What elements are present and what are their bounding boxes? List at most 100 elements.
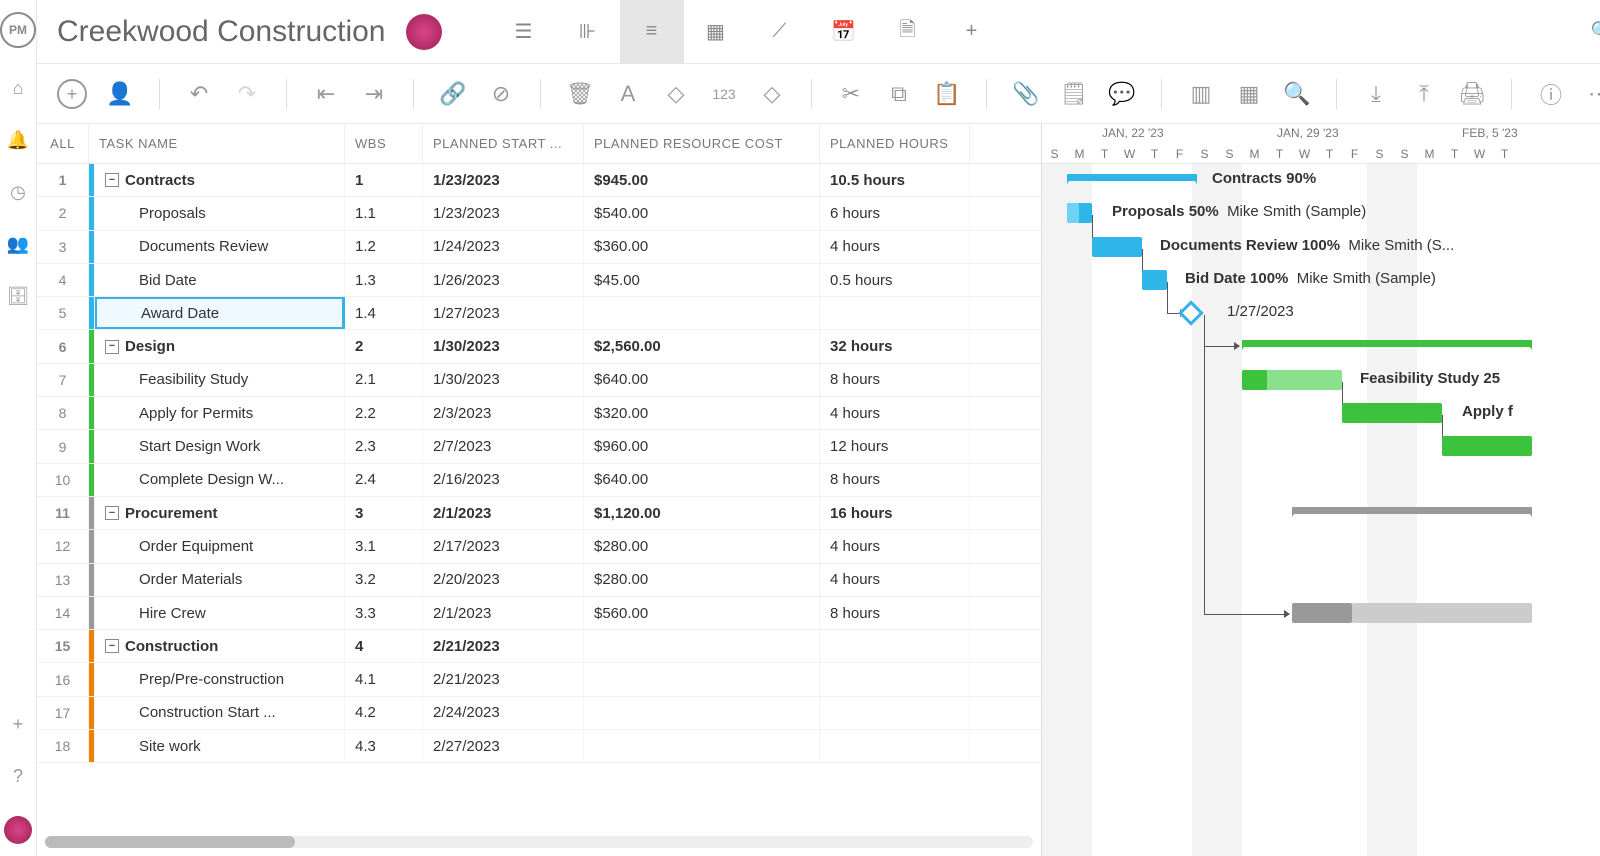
link-button[interactable]: 🔗 [438, 79, 468, 109]
table-row[interactable]: 15 − Construction 4 2/21/2023 [37, 630, 1041, 663]
start-cell[interactable]: 1/27/2023 [423, 297, 584, 329]
hours-cell[interactable]: 4 hours [820, 397, 970, 429]
table-row[interactable]: 8 Apply for Permits 2.2 2/3/2023 $320.00… [37, 397, 1041, 430]
table-row[interactable]: 6 − Design 2 1/30/2023 $2,560.00 32 hour… [37, 330, 1041, 363]
table-row[interactable]: 4 Bid Date 1.3 1/26/2023 $45.00 0.5 hour… [37, 264, 1041, 297]
start-cell[interactable]: 2/24/2023 [423, 697, 584, 729]
hours-cell[interactable]: 4 hours [820, 564, 970, 596]
delete-button[interactable]: 🗑 [565, 79, 595, 109]
home-icon[interactable]: ⌂ [6, 76, 30, 100]
more-button[interactable]: ⋯ [1584, 79, 1600, 109]
start-cell[interactable]: 2/7/2023 [423, 430, 584, 462]
start-cell[interactable]: 1/30/2023 [423, 330, 584, 362]
hours-cell[interactable]: 6 hours [820, 197, 970, 229]
task-bar[interactable] [1292, 603, 1352, 623]
export-button[interactable]: ⤒ [1409, 79, 1439, 109]
col-start[interactable]: PLANNED START ... [423, 124, 584, 163]
import-button[interactable]: ⤓ [1361, 79, 1391, 109]
cost-cell[interactable]: $1,120.00 [584, 497, 820, 529]
wbs-cell[interactable]: 3.3 [345, 597, 423, 629]
copy-button[interactable]: ⧉ [884, 79, 914, 109]
cost-cell[interactable]: $960.00 [584, 430, 820, 462]
table-row[interactable]: 9 Start Design Work 2.3 2/7/2023 $960.00… [37, 430, 1041, 463]
wbs-cell[interactable]: 4.2 [345, 697, 423, 729]
project-avatar[interactable] [406, 14, 442, 50]
task-name-cell[interactable]: Feasibility Study [95, 364, 345, 396]
cost-cell[interactable]: $280.00 [584, 530, 820, 562]
notes-button[interactable]: 🗒 [1059, 79, 1089, 109]
table-row[interactable]: 18 Site work 4.3 2/27/2023 [37, 730, 1041, 763]
horizontal-scrollbar[interactable] [45, 836, 1033, 848]
task-bar[interactable] [1092, 237, 1142, 257]
font-button[interactable]: A [613, 79, 643, 109]
task-name-cell[interactable]: − Procurement [95, 497, 345, 529]
cost-cell[interactable]: $2,560.00 [584, 330, 820, 362]
help-icon[interactable]: ? [6, 764, 30, 788]
gantt-body[interactable]: Contracts 90% Proposals 50% Mike Smith (… [1042, 164, 1600, 856]
unlink-button[interactable]: ⊘ [486, 79, 516, 109]
start-cell[interactable]: 2/27/2023 [423, 730, 584, 762]
fill-button[interactable]: ◇ [661, 79, 691, 109]
user-avatar[interactable] [4, 816, 32, 844]
hours-cell[interactable] [820, 697, 970, 729]
wbs-cell[interactable]: 3.1 [345, 530, 423, 562]
wbs-cell[interactable]: 1.3 [345, 264, 423, 296]
wbs-cell[interactable]: 4.1 [345, 663, 423, 695]
task-bar[interactable] [1342, 403, 1442, 423]
start-cell[interactable]: 2/1/2023 [423, 497, 584, 529]
assign-button[interactable]: 👤 [105, 79, 135, 109]
task-name-cell[interactable]: Site work [95, 730, 345, 762]
start-cell[interactable]: 2/20/2023 [423, 564, 584, 596]
task-name-cell[interactable]: Award Date [95, 297, 345, 329]
hours-cell[interactable]: 0.5 hours [820, 264, 970, 296]
cost-cell[interactable]: $640.00 [584, 464, 820, 496]
cost-cell[interactable] [584, 663, 820, 695]
milestone-icon[interactable] [1178, 300, 1203, 325]
wbs-cell[interactable]: 2.2 [345, 397, 423, 429]
paste-button[interactable]: 📋 [932, 79, 962, 109]
task-name-cell[interactable]: Bid Date [95, 264, 345, 296]
cost-cell[interactable]: $945.00 [584, 164, 820, 196]
cost-cell[interactable]: $320.00 [584, 397, 820, 429]
table-row[interactable]: 14 Hire Crew 3.3 2/1/2023 $560.00 8 hour… [37, 597, 1041, 630]
table-row[interactable]: 2 Proposals 1.1 1/23/2023 $540.00 6 hour… [37, 197, 1041, 230]
hours-cell[interactable] [820, 630, 970, 662]
grid-button[interactable]: ▦ [1234, 79, 1264, 109]
activity-view-icon[interactable]: ⟋ [748, 0, 812, 64]
scroll-thumb[interactable] [45, 836, 295, 848]
cost-cell[interactable] [584, 697, 820, 729]
table-row[interactable]: 5 Award Date 1.4 1/27/2023 [37, 297, 1041, 330]
info-button[interactable]: ⓘ [1536, 79, 1566, 109]
cost-cell[interactable] [584, 297, 820, 329]
calendar-view-icon[interactable]: 📅 [812, 0, 876, 64]
col-name[interactable]: TASK NAME [89, 124, 345, 163]
print-button[interactable]: 🖨 [1457, 79, 1487, 109]
task-bar[interactable] [1142, 270, 1167, 290]
task-name-cell[interactable]: Complete Design W... [95, 464, 345, 496]
start-cell[interactable]: 2/21/2023 [423, 630, 584, 662]
wbs-cell[interactable]: 1.4 [345, 297, 423, 329]
table-row[interactable]: 11 − Procurement 3 2/1/2023 $1,120.00 16… [37, 497, 1041, 530]
indent-button[interactable]: ⇥ [359, 79, 389, 109]
hours-cell[interactable]: 10.5 hours [820, 164, 970, 196]
task-name-cell[interactable]: Apply for Permits [95, 397, 345, 429]
start-cell[interactable]: 1/26/2023 [423, 264, 584, 296]
task-name-cell[interactable]: − Contracts [95, 164, 345, 196]
hours-cell[interactable] [820, 730, 970, 762]
milestone-button[interactable]: ◇ [757, 79, 787, 109]
hours-cell[interactable]: 32 hours [820, 330, 970, 362]
redo-button[interactable]: ↷ [232, 79, 262, 109]
percent-button[interactable]: 123 [709, 79, 739, 109]
people-icon[interactable]: 👥 [6, 232, 30, 256]
task-bar[interactable] [1442, 436, 1532, 456]
undo-button[interactable]: ↶ [184, 79, 214, 109]
start-cell[interactable]: 2/3/2023 [423, 397, 584, 429]
add-icon[interactable]: + [6, 712, 30, 736]
start-cell[interactable]: 2/17/2023 [423, 530, 584, 562]
cost-cell[interactable]: $45.00 [584, 264, 820, 296]
add-view-icon[interactable]: + [940, 0, 1004, 64]
table-row[interactable]: 13 Order Materials 3.2 2/20/2023 $280.00… [37, 564, 1041, 597]
hours-cell[interactable]: 8 hours [820, 364, 970, 396]
start-cell[interactable]: 2/21/2023 [423, 663, 584, 695]
expander-icon[interactable]: − [105, 506, 119, 520]
